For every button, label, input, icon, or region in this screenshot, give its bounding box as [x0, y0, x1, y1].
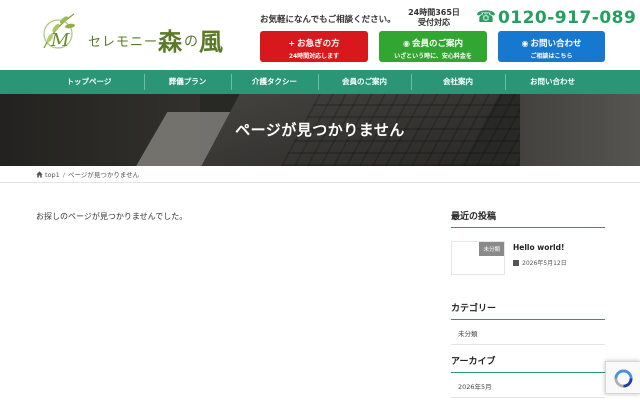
archives-widget: アーカイブ 2026年5月	[451, 354, 605, 398]
breadcrumb: top1/ページが見つかりません	[0, 166, 640, 183]
post-title-link[interactable]: Hello world!	[513, 243, 564, 252]
page-title: ページが見つかりません	[235, 121, 405, 139]
archives-title: アーカイブ	[451, 354, 605, 373]
contact-button-sub: ご相談はこちら	[530, 53, 573, 60]
categories-title: カテゴリー	[451, 301, 605, 320]
urgent-button[interactable]: + お急ぎの方 24時間対応します	[260, 31, 368, 62]
logo-main-no: の	[184, 34, 199, 50]
not-found-message: お探しのページが見つかりませんでした。	[36, 212, 188, 221]
global-nav: トップページ 葬儀プラン 介護タクシー 会員のご案内 会社案内 お問い合わせ	[0, 70, 640, 94]
circle-icon: ◉	[403, 39, 410, 48]
logo-text: セレモニー森の風	[88, 22, 224, 57]
membership-button-sub: いざという時に、安心料金を	[394, 53, 472, 60]
hours-label: 24時間365日 受付対応	[406, 8, 462, 28]
site-header: M セレモニー森の風 お気軽になんでもご相談ください。 24時間365日 受付対…	[0, 0, 640, 70]
plus-icon: +	[288, 39, 296, 48]
calendar-icon	[513, 260, 519, 266]
svg-text:M: M	[50, 30, 70, 51]
circle-icon: ◉	[521, 39, 529, 48]
nav-item-funeral-plan[interactable]: 葬儀プラン	[144, 70, 231, 94]
recaptcha-icon	[614, 369, 633, 388]
hours-line-1: 24時間365日	[408, 8, 460, 17]
logo-main-2: 風	[199, 27, 225, 56]
phone-link[interactable]: ☎ 0120-917-089	[476, 7, 636, 28]
header-tagline: お気軽になんでもご相談ください。	[260, 15, 396, 25]
breadcrumb-current: ページが見つかりません	[68, 171, 140, 179]
urgent-button-label: お急ぎの方	[297, 39, 340, 49]
breadcrumb-separator: /	[62, 171, 65, 179]
leaf-logo-icon: M	[43, 13, 75, 51]
page-hero: ページが見つかりません	[0, 94, 640, 166]
nav-item-contact[interactable]: お問い合わせ	[505, 70, 600, 94]
membership-button[interactable]: ◉ 会員のご案内 いざという時に、安心料金を	[379, 31, 487, 62]
urgent-button-sub: 24時間対応します	[288, 53, 340, 60]
phone-number: 0120-917-089	[497, 8, 637, 28]
nav-item-care-taxi[interactable]: 介護タクシー	[231, 70, 318, 94]
contact-button-label: お問い合わせ	[530, 39, 582, 49]
hours-line-2: 受付対応	[418, 18, 450, 27]
post-thumbnail[interactable]: 未分類	[451, 241, 505, 275]
recent-posts-widget: 最近の投稿 未分類 Hello world! 2026年5月12日	[451, 209, 605, 275]
recent-post-item[interactable]: 未分類 Hello world! 2026年5月12日	[451, 241, 605, 277]
contact-button[interactable]: ◉ お問い合わせ ご相談はこちら	[498, 31, 605, 62]
categories-widget: カテゴリー 未分類	[451, 301, 605, 345]
nav-item-top[interactable]: トップページ	[34, 70, 144, 94]
breadcrumb-home-link[interactable]: top1	[45, 171, 60, 179]
nav-item-membership[interactable]: 会員のご案内	[318, 70, 411, 94]
phone-icon: ☎	[476, 7, 496, 26]
nav-item-company[interactable]: 会社案内	[411, 70, 505, 94]
category-badge: 未分類	[479, 242, 504, 256]
logo-sub: セレモニー	[88, 35, 159, 50]
home-icon	[36, 171, 43, 178]
post-date-text: 2026年5月12日	[522, 260, 567, 267]
logo-main-1: 森	[158, 27, 184, 56]
archive-link[interactable]: 2026年5月	[451, 373, 605, 398]
recaptcha-badge[interactable]	[605, 361, 640, 394]
membership-button-label: 会員のご案内	[411, 39, 463, 49]
site-logo[interactable]: M セレモニー森の風	[34, 8, 234, 56]
recent-posts-title: 最近の投稿	[451, 209, 605, 228]
category-link-uncategorized[interactable]: 未分類	[451, 320, 605, 345]
post-date: 2026年5月12日	[513, 258, 567, 267]
